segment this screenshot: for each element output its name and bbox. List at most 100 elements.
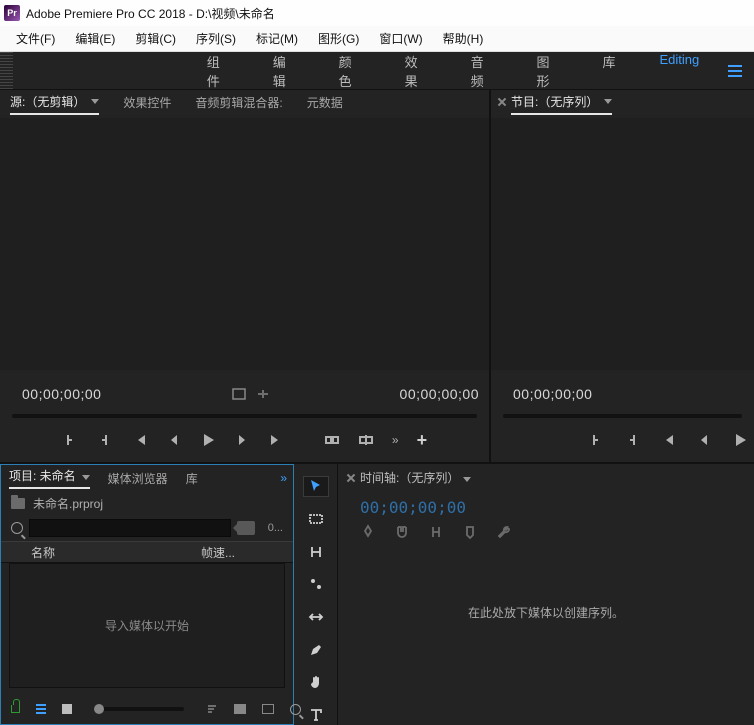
razor-tool-icon[interactable] — [303, 574, 329, 595]
snap-icon[interactable] — [360, 524, 376, 540]
marker-icon[interactable] — [462, 524, 478, 540]
source-monitor-panel: 源:（无剪辑） 效果控件 音频剪辑混合器: 元数据 00;00;00;00 00;00… — [0, 90, 491, 462]
dropdown-icon[interactable] — [91, 99, 99, 104]
timeline-toolbar — [360, 524, 512, 540]
list-view-icon[interactable] — [36, 702, 46, 716]
track-select-tool-icon[interactable] — [303, 509, 329, 530]
workspace-效果[interactable]: 效果 — [383, 52, 449, 90]
timeline-tab-label: 时间轴:（无序列） — [360, 471, 459, 485]
panel-close-icon[interactable] — [346, 473, 356, 483]
step-icon[interactable] — [256, 388, 270, 400]
lock-icon[interactable] — [11, 702, 20, 716]
program-tc[interactable]: 00;00;00;00 — [513, 386, 592, 402]
selection-tool-icon[interactable] — [303, 476, 329, 497]
step-back-icon[interactable] — [166, 432, 182, 448]
source-tab-1[interactable]: 效果控件 — [123, 94, 171, 114]
go-to-out-icon[interactable] — [268, 432, 284, 448]
menu-5[interactable]: 图形(G) — [308, 28, 369, 49]
export-frame-icon[interactable]: » — [392, 433, 399, 447]
workspace-库[interactable]: 库 — [580, 52, 637, 90]
window-title: Adobe Premiere Pro CC 2018 - D:\视频\未命名 — [26, 5, 275, 22]
overflow-icon[interactable]: » — [280, 471, 287, 485]
workspace-图形[interactable]: 图形 — [515, 52, 581, 90]
new-bin-camera-icon[interactable] — [237, 521, 255, 535]
wrench-icon[interactable] — [496, 524, 512, 540]
dropdown-icon[interactable] — [82, 475, 90, 480]
go-to-in-icon[interactable] — [132, 432, 148, 448]
menu-2[interactable]: 剪辑(C) — [125, 28, 186, 49]
project-bin-area[interactable]: 导入媒体以开始 — [9, 563, 285, 688]
menu-7[interactable]: 帮助(H) — [433, 28, 494, 49]
mark-out-icon[interactable] — [624, 432, 640, 448]
menu-1[interactable]: 编辑(E) — [65, 28, 125, 49]
step-fwd-icon[interactable] — [234, 432, 250, 448]
source-tc-in[interactable]: 00;00;00;00 — [22, 386, 101, 402]
project-tabs: 项目: 未命名 媒体浏览器 库 » — [1, 465, 293, 491]
source-tab-3[interactable]: 元数据 — [307, 94, 343, 114]
step-back-icon[interactable] — [696, 432, 712, 448]
mark-out-icon[interactable] — [96, 432, 112, 448]
pen-tool-icon[interactable] — [303, 639, 329, 660]
panel-close-icon[interactable] — [497, 97, 507, 107]
workspace-组件[interactable]: 组件 — [185, 52, 251, 90]
fit-icon[interactable] — [232, 388, 246, 400]
project-tab-0[interactable]: 项目: 未命名 — [9, 467, 90, 489]
workspace-editing[interactable]: Editing — [638, 52, 722, 90]
source-tab-2[interactable]: 音频剪辑混合器: — [195, 94, 282, 114]
sort-icon[interactable] — [206, 702, 218, 716]
timeline-tc[interactable]: 00;00;00;00 — [360, 498, 466, 517]
menu-6[interactable]: 窗口(W) — [369, 28, 432, 49]
new-item-icon[interactable] — [262, 702, 274, 716]
hamburger-icon[interactable] — [721, 57, 748, 85]
project-search-input[interactable] — [29, 519, 231, 537]
play-icon[interactable] — [200, 432, 216, 448]
timeline-panel: 时间轴:（无序列） 00;00;00;00 在此处放下媒体以创建序列。 — [338, 464, 754, 725]
workspace-音频[interactable]: 音频 — [449, 52, 515, 90]
grip-icon[interactable] — [0, 52, 13, 89]
folder-icon — [11, 498, 25, 509]
mark-in-icon[interactable] — [62, 432, 78, 448]
slip-tool-icon[interactable] — [303, 607, 329, 628]
menubar: 文件(F)编辑(E)剪辑(C)序列(S)标记(M)图形(G)窗口(W)帮助(H) — [0, 26, 754, 52]
dropdown-icon[interactable] — [463, 477, 471, 482]
magnet-icon[interactable] — [394, 524, 410, 540]
project-tab-1[interactable]: 媒体浏览器 — [108, 470, 168, 487]
tab-program[interactable]: 节目:（无序列） — [511, 93, 612, 115]
insert-icon[interactable] — [324, 432, 340, 448]
program-transport — [491, 426, 754, 454]
icon-view-icon[interactable] — [62, 702, 72, 716]
dropdown-icon[interactable] — [604, 99, 612, 104]
linked-selection-icon[interactable] — [428, 524, 444, 540]
project-tab-label-1: 媒体浏览器 — [108, 472, 168, 486]
workspace-颜色[interactable]: 颜色 — [317, 52, 383, 90]
go-to-in-icon[interactable] — [660, 432, 676, 448]
program-viewer[interactable] — [491, 118, 754, 370]
ripple-edit-tool-icon[interactable] — [303, 541, 329, 562]
mark-in-icon[interactable] — [588, 432, 604, 448]
type-tool-icon[interactable] — [303, 704, 329, 725]
program-tab-label: 节目:（无序列） — [511, 93, 598, 110]
col-framerate[interactable]: 帧速... — [201, 544, 293, 561]
overwrite-icon[interactable] — [358, 432, 374, 448]
play-icon[interactable] — [732, 432, 748, 448]
workspace-编辑[interactable]: 编辑 — [251, 52, 317, 90]
source-viewer[interactable] — [0, 118, 489, 370]
source-scrubber[interactable] — [12, 414, 477, 418]
add-button-icon[interactable]: + — [417, 430, 428, 451]
program-scrubber[interactable] — [503, 414, 742, 418]
project-filename: 未命名.prproj — [33, 495, 103, 512]
find-icon[interactable] — [290, 702, 301, 716]
hand-tool-icon[interactable] — [303, 672, 329, 693]
source-tab-label-1: 效果控件 — [123, 94, 171, 111]
source-tab-0[interactable]: 源:（无剪辑） — [10, 93, 99, 115]
zoom-slider[interactable] — [94, 707, 184, 711]
source-tc-out[interactable]: 00;00;00;00 — [400, 386, 479, 402]
menu-0[interactable]: 文件(F) — [6, 28, 65, 49]
tab-timeline[interactable]: 时间轴:（无序列） — [360, 469, 471, 486]
menu-3[interactable]: 序列(S) — [186, 28, 246, 49]
project-tab-2[interactable]: 库 — [186, 470, 198, 487]
menu-4[interactable]: 标记(M) — [246, 28, 308, 49]
col-name[interactable]: 名称 — [1, 544, 201, 561]
new-folder-icon[interactable] — [234, 702, 246, 716]
project-columns-header: 名称 帧速... — [1, 541, 293, 563]
